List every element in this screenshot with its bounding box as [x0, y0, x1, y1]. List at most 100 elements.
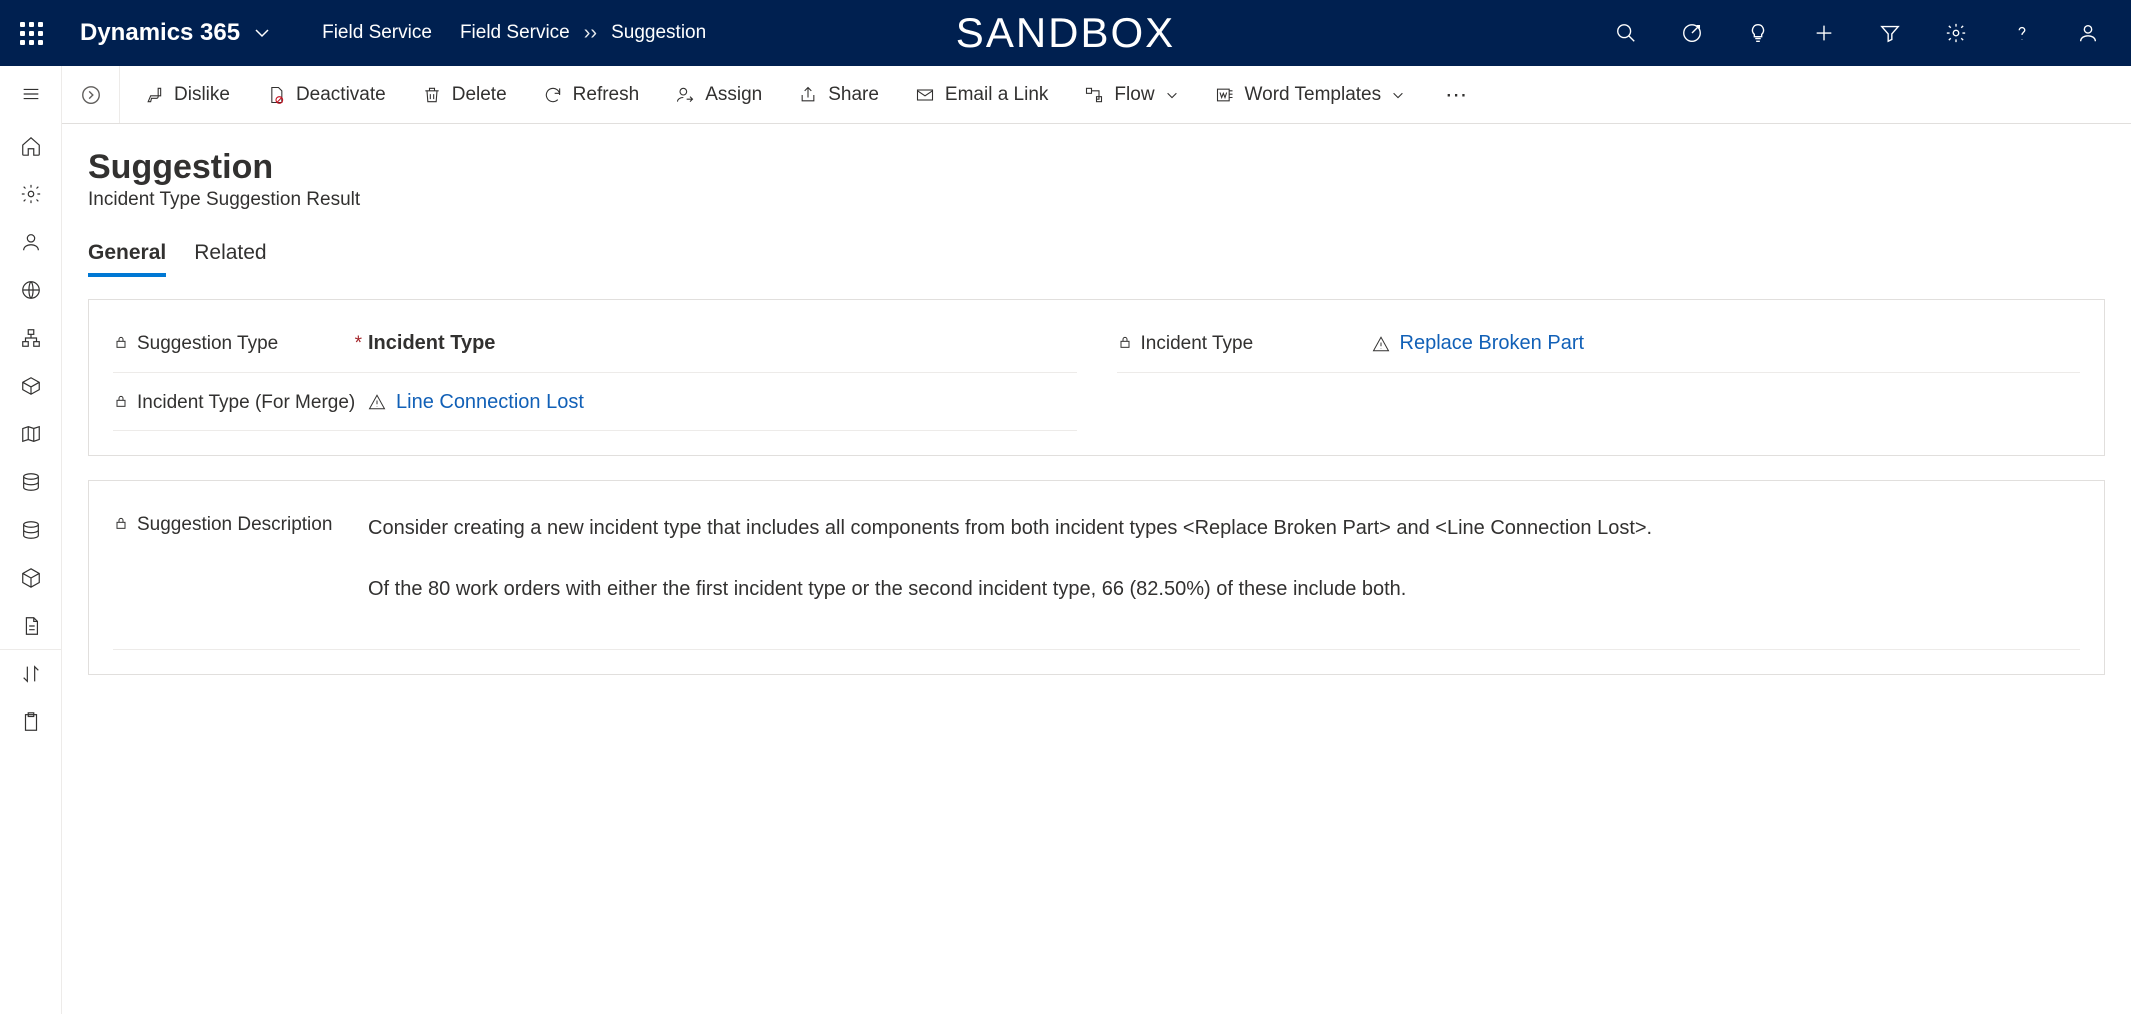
plus-icon: [1813, 22, 1835, 44]
assistant-button[interactable]: [1725, 0, 1791, 66]
chevron-down-icon: [254, 25, 270, 41]
required-indicator: *: [355, 330, 362, 358]
warning-icon: [368, 393, 386, 411]
description-paragraph: Consider creating a new incident type th…: [368, 513, 2080, 544]
search-button[interactable]: [1593, 0, 1659, 66]
field-label: Incident Type (For Merge): [137, 389, 355, 417]
flow-button[interactable]: Flow: [1068, 76, 1194, 114]
field-suggestion-type: Suggestion Type * Incident Type: [113, 314, 1077, 373]
settings-button[interactable]: [1923, 0, 1989, 66]
refresh-icon: [543, 85, 563, 105]
lock-icon: [113, 334, 129, 350]
sidebar-item-globe[interactable]: [0, 266, 61, 314]
word-templates-button[interactable]: Word Templates: [1199, 76, 1422, 114]
field-value[interactable]: Incident Type: [368, 330, 1077, 355]
share-button[interactable]: Share: [782, 76, 895, 114]
cmd-label: Word Templates: [1245, 84, 1382, 106]
database-icon: [20, 471, 42, 493]
page-title: Suggestion: [88, 148, 2105, 187]
hierarchy-icon: [20, 327, 42, 349]
sidebar-item-settings[interactable]: [0, 170, 61, 218]
sidebar-item-clipboard[interactable]: [0, 698, 61, 746]
field-value[interactable]: Consider creating a new incident type th…: [368, 511, 2080, 635]
breadcrumb-item[interactable]: Field Service: [446, 22, 584, 44]
lock-icon: [113, 393, 129, 409]
environment-badge: SANDBOX: [956, 9, 1175, 57]
cmd-label: Deactivate: [296, 84, 386, 106]
tab-related[interactable]: Related: [194, 237, 266, 277]
tab-general[interactable]: General: [88, 237, 166, 277]
sidebar-item-package[interactable]: [0, 362, 61, 410]
trash-icon: [422, 85, 442, 105]
user-profile-button[interactable]: [2055, 0, 2121, 66]
question-icon: [2011, 22, 2033, 44]
field-value[interactable]: Replace Broken Part: [1372, 330, 2081, 355]
sidebar-item-map[interactable]: [0, 410, 61, 458]
word-icon: [1215, 85, 1235, 105]
cmd-label: Email a Link: [945, 84, 1049, 106]
search-icon: [1615, 22, 1637, 44]
section-description: Suggestion Description Consider creating…: [88, 480, 2105, 675]
task-flow-button[interactable]: [1659, 0, 1725, 66]
sidebar-item-user[interactable]: [0, 218, 61, 266]
thumbs-down-icon: [144, 85, 164, 105]
page-subtitle: Incident Type Suggestion Result: [88, 189, 2105, 211]
field-incident-type: Incident Type Replace Broken Part: [1117, 314, 2081, 373]
lookup-link[interactable]: Replace Broken Part: [1400, 332, 1585, 355]
sort-icon: [20, 663, 42, 685]
assign-icon: [675, 85, 695, 105]
sidebar-item-document[interactable]: [0, 602, 61, 650]
person-icon: [20, 231, 42, 253]
warning-icon: [1372, 335, 1390, 353]
sidebar-item-box[interactable]: [0, 554, 61, 602]
help-button[interactable]: [1989, 0, 2055, 66]
field-label: Suggestion Description: [137, 511, 332, 539]
email-link-button[interactable]: Email a Link: [899, 76, 1065, 114]
sidebar-item-sort[interactable]: [0, 650, 61, 698]
hamburger-icon: [20, 83, 42, 105]
cmd-label: Refresh: [573, 84, 640, 106]
funnel-icon: [1879, 22, 1901, 44]
deactivate-button[interactable]: Deactivate: [250, 76, 402, 114]
breadcrumb-item[interactable]: Suggestion: [597, 22, 720, 44]
clipboard-icon: [20, 711, 42, 733]
field-label: Suggestion Type: [137, 330, 278, 358]
field-incident-type-merge: Incident Type (For Merge) Line Connectio…: [113, 373, 1077, 432]
sidebar-item-home[interactable]: [0, 122, 61, 170]
overflow-button[interactable]: ⋯: [1425, 74, 1489, 116]
sidebar-item-data1[interactable]: [0, 458, 61, 506]
target-arrow-icon: [1681, 22, 1703, 44]
cmd-label: Delete: [452, 84, 507, 106]
product-switcher[interactable]: Dynamics 365: [62, 19, 280, 47]
document-icon: [20, 615, 42, 637]
cmd-label: Share: [828, 84, 879, 106]
circle-arrow-icon: [80, 84, 102, 106]
sidebar-item-data2[interactable]: [0, 506, 61, 554]
waffle-icon: [20, 22, 43, 45]
breadcrumb-item[interactable]: Field Service: [308, 22, 446, 44]
assign-button[interactable]: Assign: [659, 76, 778, 114]
add-button[interactable]: [1791, 0, 1857, 66]
sidebar-toggle[interactable]: [0, 66, 61, 122]
go-back-button[interactable]: [62, 66, 120, 123]
delete-button[interactable]: Delete: [406, 76, 523, 114]
form-area: Suggestion Incident Type Suggestion Resu…: [62, 124, 2131, 1014]
email-icon: [915, 85, 935, 105]
home-icon: [20, 135, 42, 157]
person-icon: [2077, 22, 2099, 44]
field-label: Incident Type: [1141, 330, 1254, 358]
dislike-button[interactable]: Dislike: [128, 76, 246, 114]
description-paragraph: Of the 80 work orders with either the fi…: [368, 574, 2080, 605]
filter-button[interactable]: [1857, 0, 1923, 66]
field-value[interactable]: Line Connection Lost: [368, 389, 1077, 414]
app-launcher-button[interactable]: [0, 0, 62, 66]
nav-utility-icons: [1593, 0, 2121, 66]
refresh-button[interactable]: Refresh: [527, 76, 656, 114]
sidebar-item-sitemap[interactable]: [0, 314, 61, 362]
cmd-label: Assign: [705, 84, 762, 106]
gear-icon: [1945, 22, 1967, 44]
chevron-down-icon: [1391, 88, 1405, 102]
lookup-link[interactable]: Line Connection Lost: [396, 391, 584, 414]
global-nav-bar: Dynamics 365 Field Service Field Service…: [0, 0, 2131, 66]
flow-icon: [1084, 85, 1104, 105]
